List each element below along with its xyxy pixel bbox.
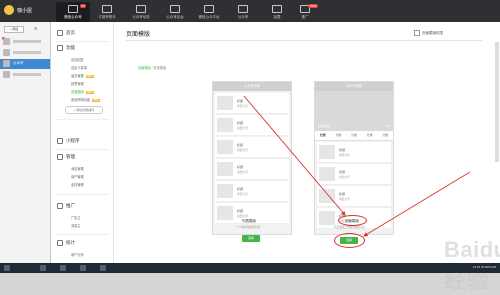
divider xyxy=(55,194,109,195)
account-name-blurred xyxy=(13,40,41,43)
sidebar: 首页 功能 自动回复 自定义菜单 留言管理 NEW 投票管理 页面模版 NEW 原创… xyxy=(51,22,114,273)
account-name-blurred xyxy=(13,51,41,54)
promote-icon xyxy=(57,203,63,209)
divider xyxy=(55,119,109,120)
avatar xyxy=(3,38,10,45)
sidebar-item-custom-menu[interactable]: 自定义菜单 xyxy=(71,65,87,70)
topnav-item-backend[interactable]: 公众号后台 xyxy=(158,2,192,22)
sidebar-item-votes[interactable]: 投票管理 xyxy=(71,81,84,86)
sidebar-section-manage: 管理 xyxy=(57,154,75,160)
app-logo: 咖小屋 xyxy=(4,5,32,15)
account-name: 公众号 xyxy=(13,61,24,65)
sidebar-item-comments[interactable]: 留言管理 NEW xyxy=(71,73,94,78)
main-content: 页面模版 页面模版权限 页面模版 / 选择模版 公众号名称 标题 摘要文字 标题摘… xyxy=(114,22,500,293)
divider xyxy=(55,234,109,235)
sidebar-item-advertiser[interactable]: 广告主 xyxy=(71,215,81,220)
add-plugin-button[interactable]: + 添加功能插件 xyxy=(65,106,103,114)
os-taskbar: 14:18 2018/01/08 xyxy=(0,263,500,273)
wechat-icon xyxy=(68,5,78,13)
avatar xyxy=(3,49,10,56)
topnav-item-promote[interactable]: 推广 NEW xyxy=(288,2,322,22)
gear-icon[interactable]: ⚙ xyxy=(34,26,38,31)
topnav-item-dynamics[interactable]: 公众号动态 xyxy=(124,2,158,22)
stats-icon xyxy=(57,240,63,246)
globe-icon xyxy=(204,5,214,13)
sidebar-item-users[interactable]: 用户管理 xyxy=(71,174,84,179)
activity-icon xyxy=(136,5,146,13)
arrow-line xyxy=(243,95,346,216)
manage-icon xyxy=(57,154,63,160)
start-icon[interactable] xyxy=(4,265,10,271)
mini-program-icon xyxy=(57,138,63,144)
taskbar-app-icon[interactable] xyxy=(40,265,46,271)
account-item[interactable] xyxy=(0,37,50,47)
account-item[interactable] xyxy=(0,48,50,58)
new-badge: NEW xyxy=(92,99,100,102)
sidebar-item-user-analysis[interactable]: 用户分析 xyxy=(71,252,84,257)
account-name-blurred xyxy=(13,73,41,76)
top-bar: 咖小屋 微信公众号 10 订阅号助手 公众号动态 公众号后台 微信公众平台 公众… xyxy=(0,0,500,22)
topnav-item-platform[interactable]: 微信公众平台 xyxy=(192,2,226,22)
sidebar-item-original[interactable]: 原创声明功能 NEW xyxy=(71,97,100,102)
sidebar-item-messages[interactable]: 消息管理 xyxy=(71,166,84,171)
taskbar-app-icon[interactable] xyxy=(100,265,106,271)
topnav-item-subscription[interactable]: 订阅号助手 xyxy=(90,2,124,22)
taskbar-app-icon[interactable] xyxy=(80,265,86,271)
sidebar-item-publisher[interactable]: 流量主 xyxy=(71,223,81,228)
avatar xyxy=(3,60,10,67)
clock: 14:18 2018/01/08 xyxy=(472,265,496,269)
accounts-panel: + 添加 ⚙ 公众号 xyxy=(0,22,51,273)
sidebar-item-auto-reply[interactable]: 自动回复 xyxy=(71,57,84,62)
account-item[interactable] xyxy=(0,70,50,80)
add-account-button[interactable]: + 添加 xyxy=(4,26,24,33)
divider xyxy=(55,41,109,42)
new-badge: NEW xyxy=(85,91,94,94)
arrow-line xyxy=(363,171,471,237)
sidebar-item-page-templates[interactable]: 页面模版 NEW xyxy=(71,89,94,94)
monitor-icon xyxy=(170,5,180,13)
sidebar-item-home[interactable]: 首页 xyxy=(57,30,75,36)
annotation-arrows xyxy=(243,95,471,237)
sidebar-section-promote: 推广 xyxy=(57,203,75,209)
avatar xyxy=(3,71,10,78)
logo-icon xyxy=(4,5,14,15)
sidebar-section-function: 功能 xyxy=(57,45,75,51)
account-item-selected[interactable]: 公众号 xyxy=(0,59,50,69)
thumb-icon xyxy=(272,5,282,13)
new-badge: NEW xyxy=(85,75,94,78)
divider xyxy=(55,149,109,150)
new-badge: NEW xyxy=(308,4,318,8)
sidebar-item-materials[interactable]: 素材管理 xyxy=(71,182,84,187)
home-icon xyxy=(57,30,63,36)
app-name: 咖小屋 xyxy=(17,7,33,14)
doc-icon xyxy=(102,5,112,13)
taskbar-app-icon[interactable] xyxy=(60,265,66,271)
sidebar-section-stats: 统计 xyxy=(57,240,75,246)
bookmark-icon xyxy=(238,5,248,13)
sidebar-item-mini-program[interactable]: 小程序 xyxy=(57,138,80,144)
notification-badge: 10 xyxy=(79,4,86,8)
topnav-item-official[interactable]: 公众号 xyxy=(226,2,260,22)
topnav-item-wechat-official[interactable]: 微信公众号 10 xyxy=(56,2,90,22)
function-icon xyxy=(57,45,63,51)
